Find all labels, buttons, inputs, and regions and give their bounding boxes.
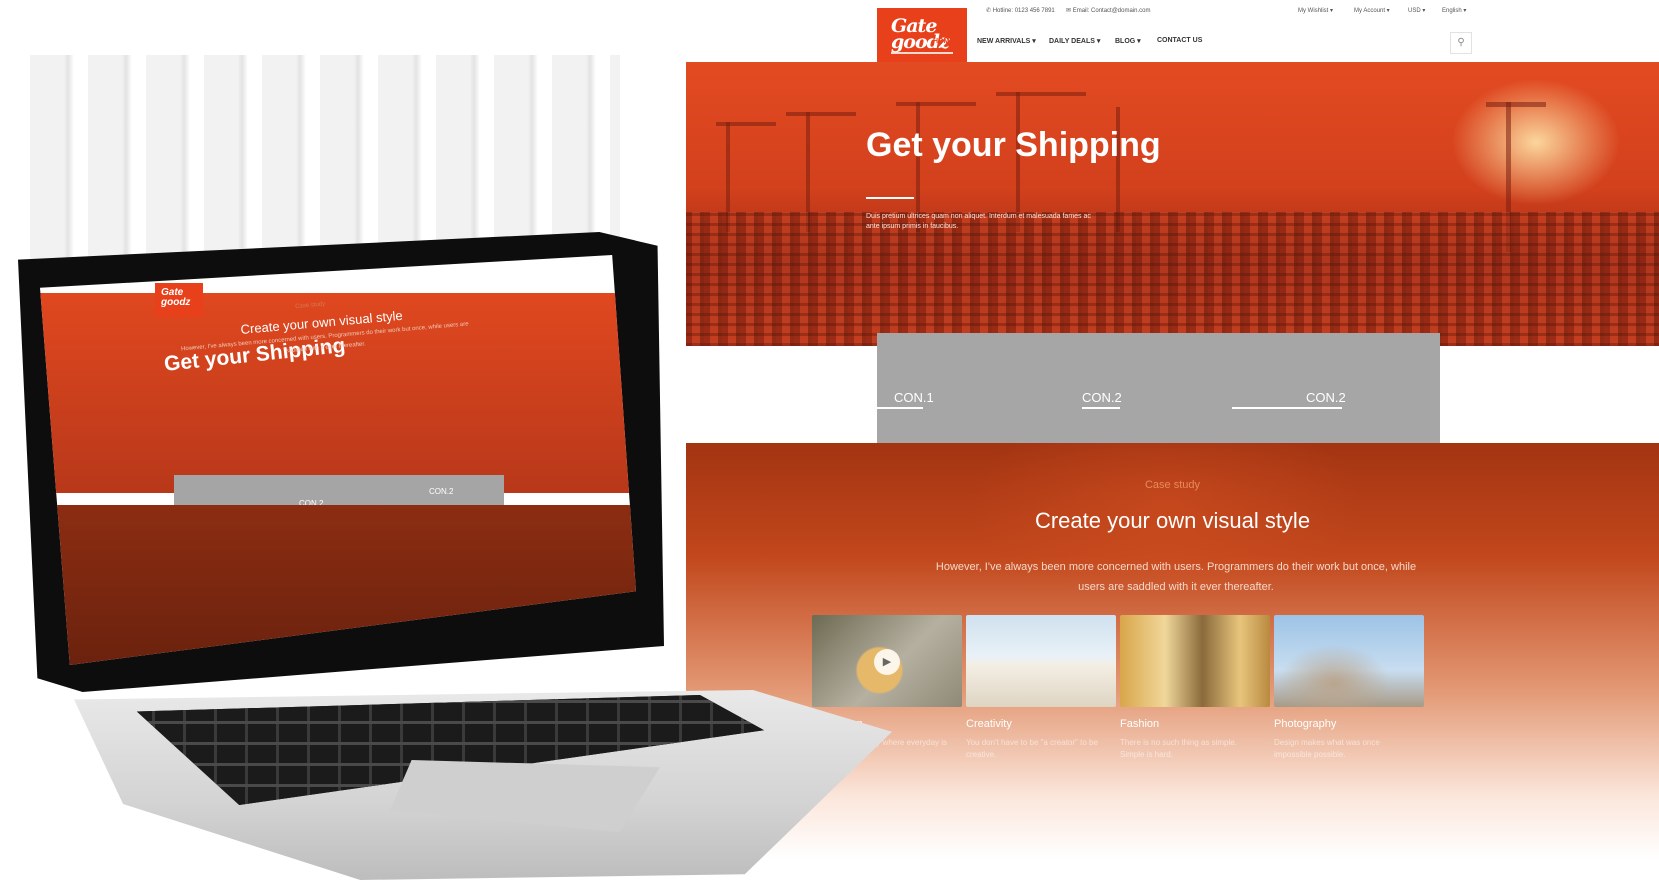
laptop-logo-line2: goodz — [161, 297, 191, 308]
case-study-text: However, I've always been more concerned… — [935, 561, 1417, 593]
content-tabs: CON.1 CON.2 CON.2 — [877, 333, 1467, 443]
hero-title: Get your Shipping — [866, 126, 1161, 164]
search-button[interactable]: ⚲ — [1450, 32, 1472, 54]
nav-home[interactable]: HOME ▾ — [933, 37, 959, 45]
wishlist-link[interactable]: My Wishlist ▾ — [1298, 7, 1333, 14]
tab-label: CON.2 — [1306, 390, 1346, 405]
laptop-mockup: Gate goodz Get your Shipping CON.1 CON.2… — [0, 0, 900, 896]
crane-shape — [996, 92, 1086, 96]
card-description: There is no such thing as simple. Simple… — [1120, 738, 1237, 759]
card-image — [966, 615, 1116, 707]
nav-blog[interactable]: BLOG ▾ — [1115, 37, 1141, 45]
crane-shape — [896, 102, 976, 106]
card-title: Creativity — [966, 718, 1012, 730]
card-description: Design makes what was once impossible po… — [1274, 738, 1380, 759]
card-title: Photography — [1274, 718, 1337, 730]
search-icon: ⚲ — [1457, 37, 1465, 48]
card-image — [1120, 615, 1270, 707]
hotline-text: ✆ Hotline: 0123 456 7891 — [986, 8, 1055, 14]
card-description: You don't have to be "a creator" to be c… — [966, 738, 1098, 759]
card-image — [1274, 615, 1424, 707]
account-link[interactable]: My Account ▾ — [1354, 7, 1390, 14]
email-text: ✉ Email: Contact@domain.com — [1066, 8, 1151, 14]
tab-con-2[interactable]: CON.2 — [1054, 333, 1233, 443]
tab-underline — [1232, 407, 1342, 409]
logo-underline — [891, 52, 953, 54]
language-select[interactable]: English ▾ — [1442, 7, 1466, 14]
tab-con-3[interactable]: CON.2 — [1232, 333, 1440, 443]
laptop-site-logo: Gate goodz — [155, 283, 203, 317]
nav-daily-deals[interactable]: DAILY DEALS ▾ — [1049, 37, 1100, 45]
tab-underline — [1082, 407, 1120, 409]
nav-contact-us[interactable]: CONTACT US — [1157, 37, 1202, 44]
hero-text: Duis pretium ultrices quam non aliquet. … — [866, 213, 1091, 230]
nav-new-arrivals[interactable]: NEW ARRIVALS ▾ — [977, 37, 1036, 45]
currency-select[interactable]: USD ▾ — [1408, 7, 1425, 14]
laptop-tab-label: CON.2 — [429, 487, 454, 496]
tab-con-1[interactable]: CON.1 — [877, 333, 1055, 443]
tab-label: CON.2 — [1082, 390, 1122, 405]
card-title: Fashion — [1120, 718, 1160, 730]
crane-shape — [1486, 102, 1546, 107]
